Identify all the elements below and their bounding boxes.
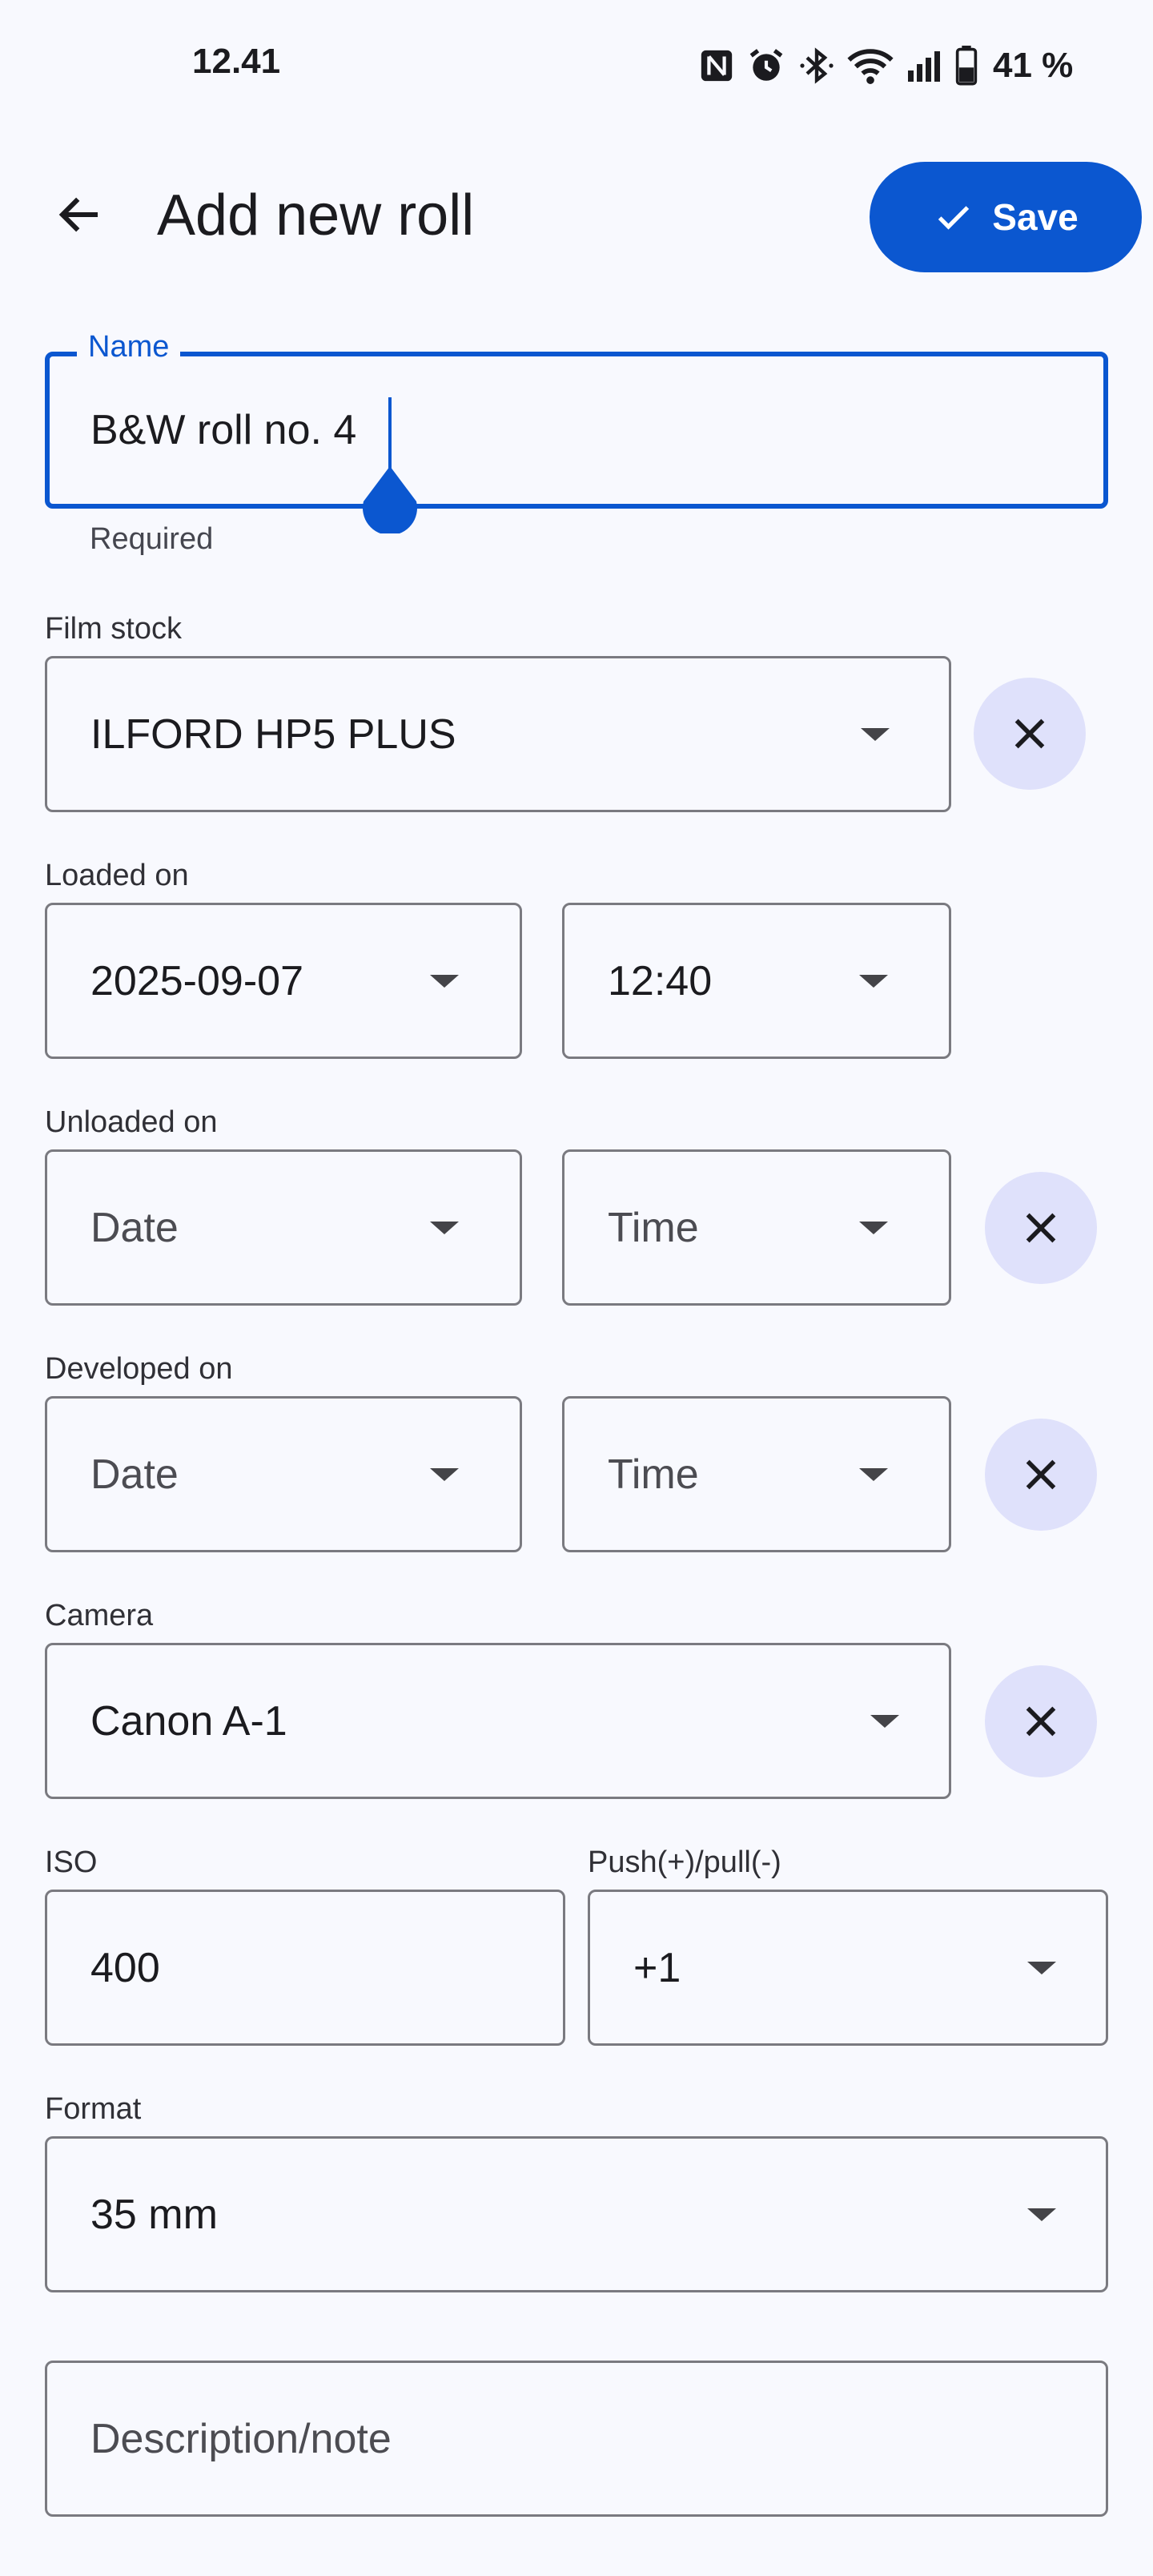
dropdown-arrow-icon: [859, 1467, 888, 1481]
dropdown-arrow-icon: [870, 1714, 899, 1728]
name-value: B&W roll no. 4: [90, 407, 357, 453]
loaded-date-value: 2025-09-07: [90, 957, 303, 1004]
format-label: Format: [45, 2092, 142, 2126]
camera-select[interactable]: Canon A-1: [45, 1643, 951, 1799]
clear-unloaded-button[interactable]: [985, 1172, 1097, 1284]
battery-icon: [955, 46, 978, 86]
clear-camera-button[interactable]: [985, 1665, 1097, 1777]
status-time: 12.41: [192, 42, 281, 81]
iso-value: 400: [90, 1944, 160, 1991]
description-input[interactable]: Description/note: [45, 2361, 1108, 2517]
loaded-on-label: Loaded on: [45, 859, 189, 892]
description-placeholder: Description/note: [90, 2415, 392, 2462]
close-icon: [1014, 718, 1045, 749]
film-stock-label: Film stock: [45, 612, 182, 646]
film-stock-select[interactable]: ILFORD HP5 PLUS: [45, 656, 951, 812]
unloaded-time-value: Time: [608, 1204, 699, 1251]
clear-film-stock-button[interactable]: [974, 678, 1086, 790]
status-icons: 41 %: [698, 40, 1073, 91]
developed-time-select[interactable]: Time: [562, 1396, 951, 1552]
format-value: 35 mm: [90, 2191, 218, 2238]
page-title: Add new roll: [157, 183, 475, 248]
push-pull-label: Push(+)/pull(-): [588, 1845, 781, 1879]
iso-input[interactable]: 400: [45, 1890, 565, 2046]
format-select[interactable]: 35 mm: [45, 2136, 1108, 2292]
loaded-time-value: 12:40: [608, 957, 713, 1004]
unloaded-date-select[interactable]: Date: [45, 1149, 522, 1306]
camera-label: Camera: [45, 1599, 154, 1632]
dropdown-arrow-icon: [1027, 1961, 1056, 1974]
dropdown-arrow-icon: [861, 727, 890, 741]
push-pull-select[interactable]: +1: [588, 1890, 1108, 2046]
close-icon: [1026, 1213, 1056, 1243]
nfc-icon: [701, 50, 733, 82]
iso-label: ISO: [45, 1845, 98, 1879]
name-input[interactable]: B&W roll no. 4: [45, 352, 1108, 509]
dropdown-arrow-icon: [859, 974, 888, 988]
developed-time-value: Time: [608, 1451, 699, 1498]
save-button[interactable]: Save: [870, 162, 1142, 272]
check-icon: [938, 206, 970, 230]
push-pull-value: +1: [633, 1944, 681, 1991]
camera-value: Canon A-1: [90, 1697, 287, 1745]
clear-developed-button[interactable]: [985, 1419, 1097, 1531]
loaded-time-select[interactable]: 12:40: [562, 903, 951, 1059]
battery-percent: 41 %: [993, 46, 1074, 85]
signal-icon: [908, 51, 940, 82]
cursor-handle[interactable]: [360, 465, 420, 536]
text-cursor: [388, 397, 392, 474]
unloaded-date-value: Date: [90, 1204, 179, 1251]
arrow-back-icon: [58, 197, 98, 232]
dropdown-arrow-icon: [430, 1221, 459, 1234]
save-label: Save: [992, 196, 1079, 238]
name-label: Name: [77, 330, 181, 364]
unloaded-on-label: Unloaded on: [45, 1105, 218, 1139]
developed-date-value: Date: [90, 1451, 179, 1498]
dropdown-arrow-icon: [430, 974, 459, 988]
dropdown-arrow-icon: [1027, 2208, 1056, 2221]
loaded-date-select[interactable]: 2025-09-07: [45, 903, 522, 1059]
alarm-icon: [749, 49, 783, 81]
film-stock-value: ILFORD HP5 PLUS: [90, 710, 456, 758]
close-icon: [1026, 1706, 1056, 1737]
developed-date-select[interactable]: Date: [45, 1396, 522, 1552]
unloaded-time-select[interactable]: Time: [562, 1149, 951, 1306]
dropdown-arrow-icon: [859, 1221, 888, 1234]
bluetooth-icon: [800, 47, 834, 84]
back-button[interactable]: [42, 176, 119, 253]
dropdown-arrow-icon: [430, 1467, 459, 1481]
developed-on-label: Developed on: [45, 1352, 233, 1386]
close-icon: [1026, 1459, 1056, 1490]
wifi-icon: [847, 49, 894, 84]
name-helper-text: Required: [90, 522, 214, 556]
